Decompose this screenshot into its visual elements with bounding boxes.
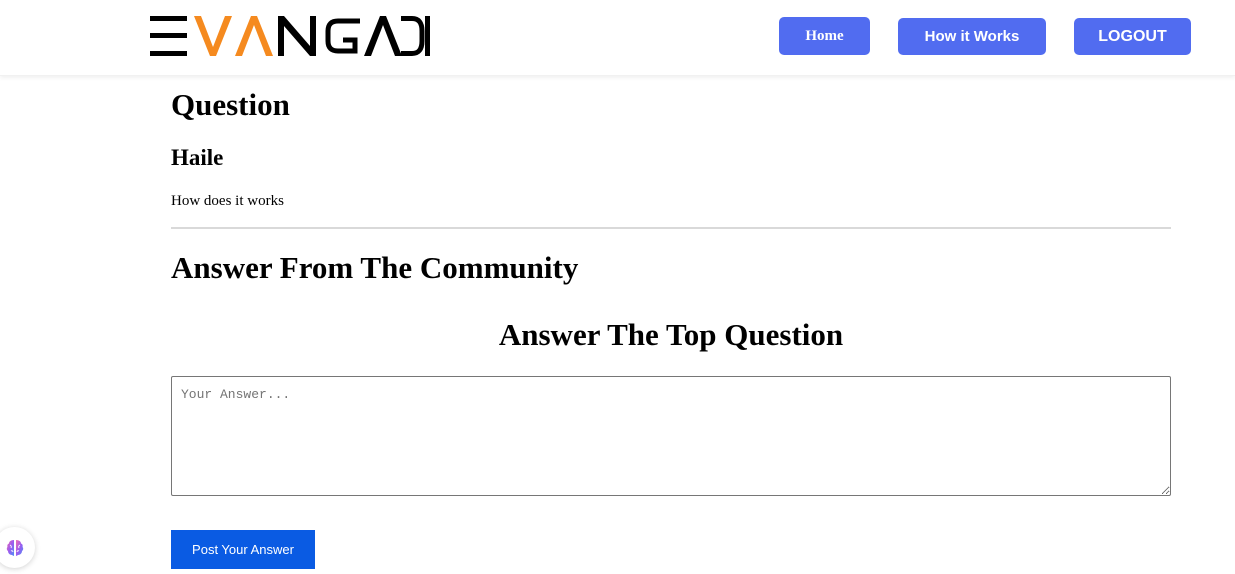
logout-button[interactable]: LOGOUT <box>1074 18 1191 55</box>
divider <box>171 227 1171 229</box>
home-button[interactable]: Home <box>779 17 870 55</box>
question-text: How does it works <box>171 193 284 209</box>
question-heading: Question <box>171 87 290 122</box>
answer-form-heading: Answer The Top Question <box>498 317 844 352</box>
question-username: Haile <box>171 145 224 170</box>
floating-widget-button[interactable] <box>0 527 35 568</box>
evangadi-logo[interactable] <box>150 16 430 56</box>
community-answers-heading: Answer From The Community <box>171 250 579 285</box>
answer-input[interactable] <box>171 376 1171 496</box>
how-it-works-button[interactable]: How it Works <box>898 18 1046 55</box>
header: Home How it Works LOGOUT <box>0 0 1235 76</box>
post-answer-button[interactable]: Post Your Answer <box>171 530 315 569</box>
brain-icon <box>6 539 23 556</box>
